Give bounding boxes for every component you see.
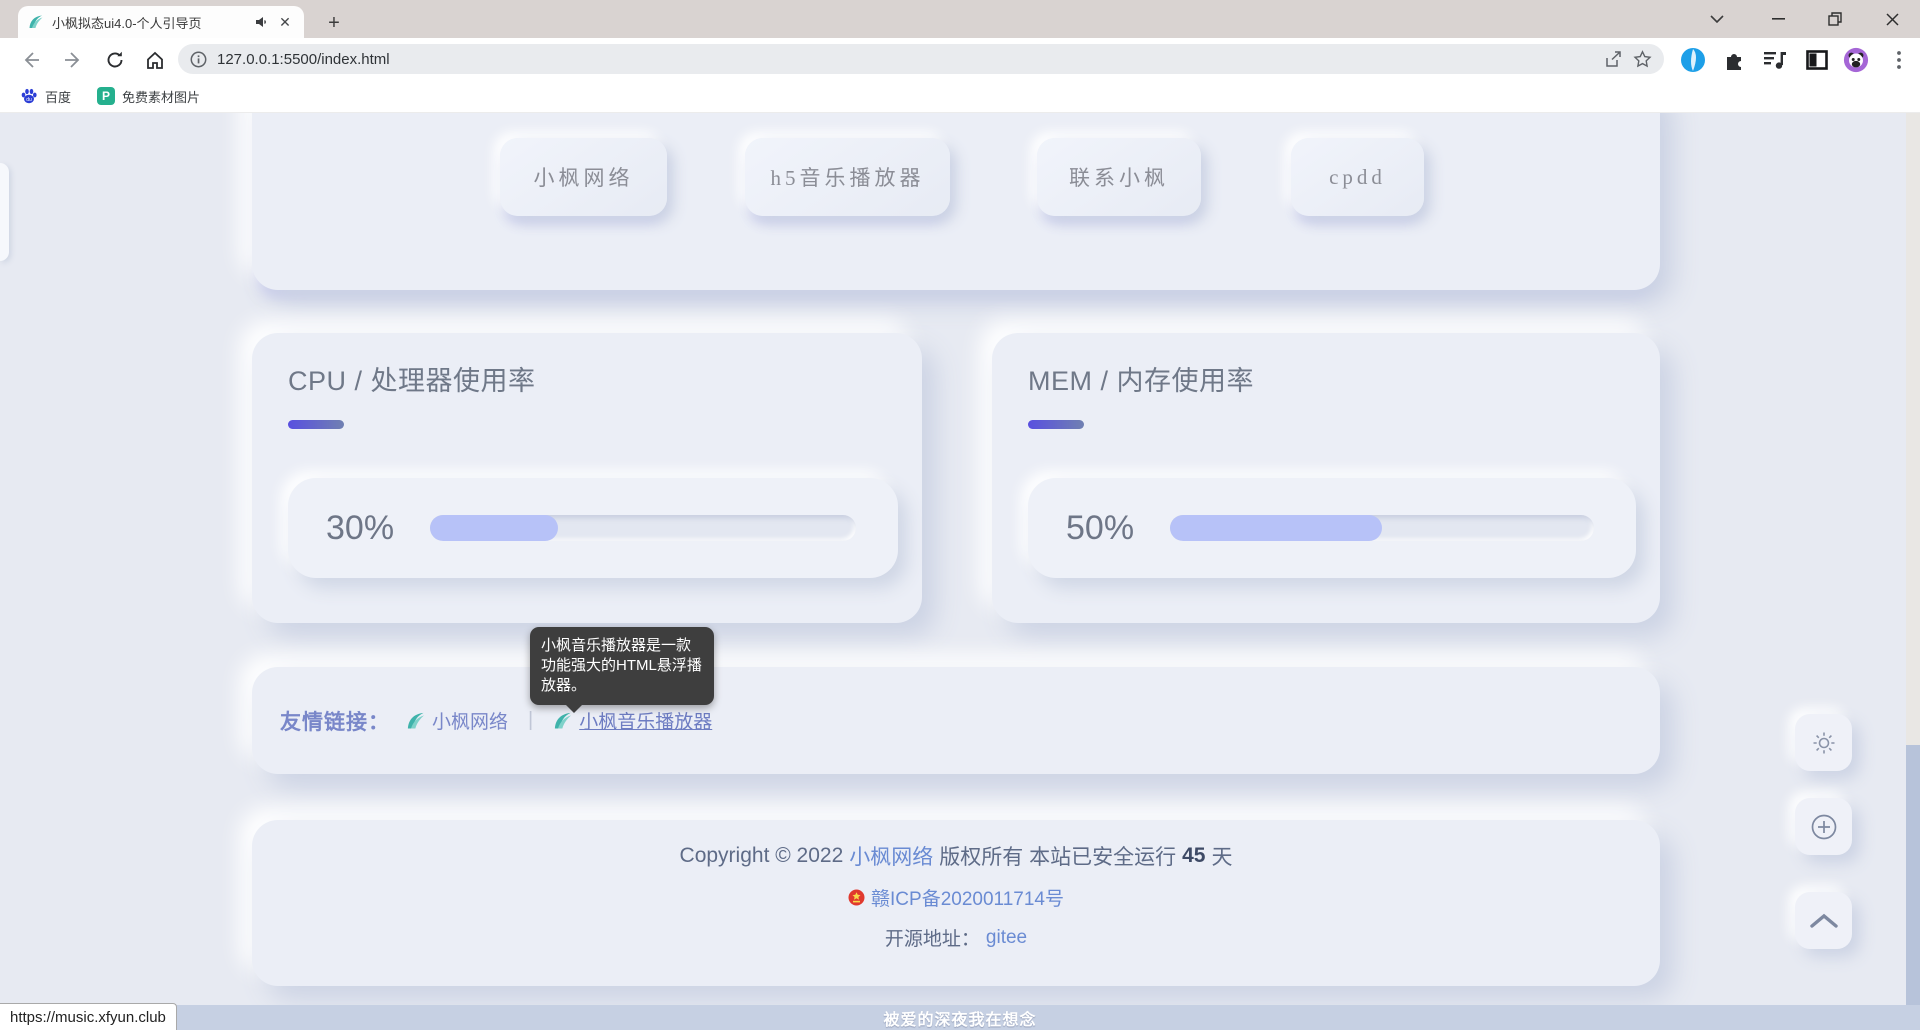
cpu-usage-card: CPU / 处理器使用率 30% — [252, 333, 922, 623]
cpu-title-underline — [288, 420, 344, 429]
tab-search-chevron-icon[interactable] — [1694, 0, 1740, 38]
friend-link-xiaofeng-network[interactable]: 小枫网络 — [406, 707, 508, 734]
reload-button[interactable] — [102, 47, 128, 73]
nav-button-xiaofeng-network[interactable]: 小枫网络 — [500, 138, 667, 216]
friend-links-card: 友情链接： 小枫网络 | 小枫音乐播放器 — [252, 667, 1660, 774]
plus-circle-icon — [1810, 813, 1838, 841]
music-playlist-extension-icon[interactable] — [1762, 47, 1788, 73]
browser-window: 小枫拟态ui4.0-个人引导页 ✕ + — [0, 0, 1920, 1030]
bottom-marquee-bar: 被爱的深夜我在想念 — [0, 1005, 1920, 1030]
copyright-line: Copyright © 2022 小枫网络 版权所有 本站已安全运行45天 — [252, 841, 1660, 871]
chevron-up-icon — [1809, 913, 1839, 929]
mem-title-underline — [1028, 420, 1084, 429]
nav-button-h5-music-player[interactable]: h5音乐播放器 — [745, 138, 950, 216]
cpu-card-title: CPU / 处理器使用率 — [288, 359, 898, 398]
bookmark-free-assets[interactable]: P 免费素材图片 — [97, 87, 200, 106]
mem-card-title: MEM / 内存使用率 — [1028, 359, 1636, 398]
friend-links-label: 友情链接： — [280, 706, 390, 736]
window-minimize-button[interactable] — [1755, 0, 1801, 38]
hero-card: 小枫网络 h5音乐播放器 联系小枫 cpdd — [252, 113, 1660, 290]
cpu-progress-track — [430, 515, 856, 541]
copyright-mid: 版权所有 本站已安全运行 — [939, 841, 1176, 871]
tooltip: 小枫音乐播放器是一款功能强大的HTML悬浮播放器。 — [530, 627, 714, 705]
mem-percent-value: 50% — [1066, 509, 1170, 548]
friend-link-label: 小枫网络 — [432, 707, 508, 734]
address-bar[interactable]: 127.0.0.1:5500/index.html — [178, 44, 1664, 74]
new-tab-button[interactable]: + — [320, 9, 348, 37]
leaf-icon — [553, 711, 573, 731]
browser-tab[interactable]: 小枫拟态ui4.0-个人引导页 ✕ — [18, 6, 304, 38]
side-panel-handle[interactable] — [0, 163, 9, 261]
national-emblem-icon — [848, 889, 865, 906]
bookmark-label: 百度 — [45, 87, 71, 106]
links-divider: | — [528, 709, 533, 732]
window-restore-button[interactable] — [1812, 0, 1858, 38]
svg-text:du: du — [26, 97, 32, 103]
marquee-text: 被爱的深夜我在想念 — [883, 1006, 1036, 1030]
extension-orb-icon[interactable] — [1680, 47, 1706, 73]
cpu-percent-value: 30% — [326, 509, 430, 548]
window-close-button[interactable] — [1869, 0, 1915, 38]
nav-button-contact[interactable]: 联系小枫 — [1037, 138, 1201, 216]
site-info-icon[interactable] — [190, 51, 207, 68]
browser-menu-kebab-icon[interactable] — [1886, 47, 1912, 73]
icp-line: 赣ICP备2020011714号 — [252, 884, 1660, 911]
bookmark-baidu[interactable]: du 百度 — [20, 87, 71, 106]
footer-card: Copyright © 2022 小枫网络 版权所有 本站已安全运行45天 赣I… — [252, 820, 1660, 986]
tab-strip: 小枫拟态ui4.0-个人引导页 ✕ + — [0, 0, 1920, 38]
mem-progress-track — [1170, 515, 1594, 541]
theme-toggle-button[interactable] — [1795, 714, 1852, 771]
nav-button-cpdd[interactable]: cpdd — [1291, 138, 1424, 216]
mem-progress-panel: 50% — [1028, 478, 1636, 578]
bookmark-label: 免费素材图片 — [122, 87, 200, 106]
copyright-site-link[interactable]: 小枫网络 — [849, 841, 933, 871]
copyright-prefix: Copyright © 2022 — [680, 844, 844, 868]
mem-usage-card: MEM / 内存使用率 50% — [992, 333, 1660, 623]
tab-title: 小枫拟态ui4.0-个人引导页 — [52, 13, 246, 32]
mem-progress-fill — [1170, 515, 1382, 541]
tab-close-icon[interactable]: ✕ — [276, 14, 294, 31]
sun-icon — [1812, 731, 1836, 755]
add-button[interactable] — [1795, 798, 1852, 855]
profile-avatar[interactable] — [1843, 47, 1869, 73]
site-leaf-favicon-icon — [28, 14, 44, 30]
uptime-days-suffix: 天 — [1211, 841, 1232, 871]
uptime-days: 45 — [1182, 844, 1205, 868]
friend-link-label: 小枫音乐播放器 — [579, 707, 712, 734]
icp-link[interactable]: 赣ICP备2020011714号 — [871, 884, 1064, 911]
back-button[interactable] — [18, 47, 44, 73]
baidu-paw-icon: du — [20, 87, 38, 105]
gitee-link[interactable]: gitee — [986, 927, 1027, 949]
extensions-puzzle-icon[interactable] — [1721, 47, 1747, 73]
back-to-top-button[interactable] — [1795, 892, 1852, 949]
bookmarks-bar: du 百度 P 免费素材图片 — [0, 80, 1920, 113]
link-status-bubble: https://music.xfyun.club — [0, 1003, 177, 1030]
tab-layout-extension-icon[interactable] — [1804, 47, 1830, 73]
opensource-label: 开源地址： — [885, 924, 980, 951]
forward-button[interactable] — [60, 47, 86, 73]
opensource-line: 开源地址： gitee — [252, 924, 1660, 951]
home-button[interactable] — [142, 47, 168, 73]
cpu-progress-panel: 30% — [288, 478, 898, 578]
bookmark-star-icon[interactable] — [1633, 50, 1652, 69]
url-text[interactable]: 127.0.0.1:5500/index.html — [217, 51, 1594, 68]
tab-audio-icon[interactable] — [254, 15, 268, 29]
cpu-progress-fill — [430, 515, 558, 541]
leaf-icon — [406, 711, 426, 731]
share-icon[interactable] — [1604, 50, 1623, 69]
page-viewport: 小枫网络 h5音乐播放器 联系小枫 cpdd CPU / 处理器使用率 30% … — [0, 113, 1920, 1030]
pexels-icon: P — [97, 87, 115, 105]
page-scrollbar-thumb[interactable] — [1906, 745, 1920, 1030]
